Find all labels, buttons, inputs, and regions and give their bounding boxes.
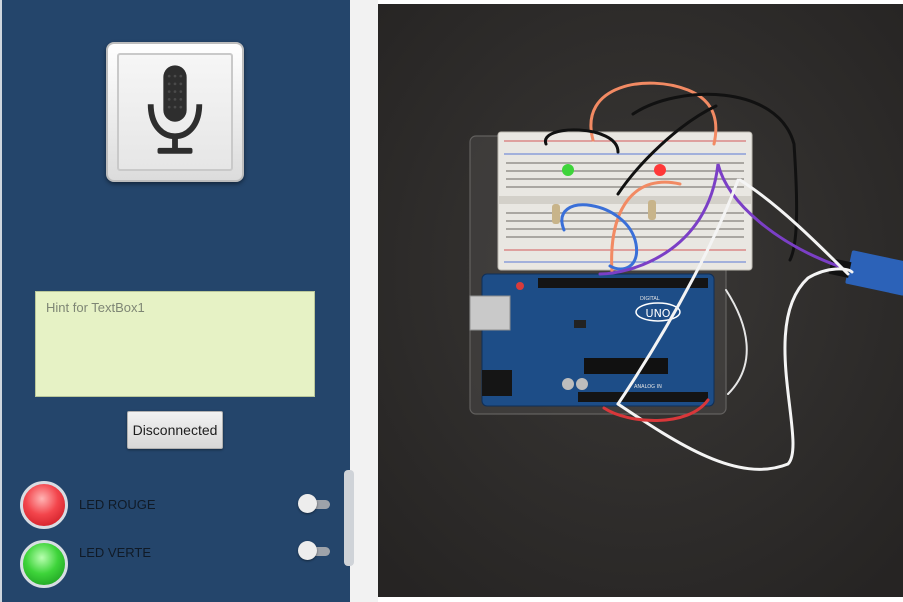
led-green-switch[interactable] <box>298 541 330 560</box>
atmega-chip <box>584 358 668 374</box>
connection-button[interactable]: Disconnected <box>127 411 223 449</box>
analog-label: ANALOG IN <box>634 384 662 390</box>
panel-divider <box>344 0 378 602</box>
analog-header <box>578 392 708 402</box>
led-red-indicator <box>20 481 68 529</box>
led-green-label: LED VERTE <box>79 545 152 560</box>
breadboard <box>497 131 753 271</box>
switch-thumb <box>298 494 317 513</box>
microphone-button[interactable] <box>106 42 244 182</box>
digital-label: DIGITAL <box>640 296 660 302</box>
arduino-illustration: UNO DIGITAL ANALOG IN <box>378 4 903 597</box>
green-led <box>562 164 574 176</box>
uno-label: UNO <box>646 307 671 320</box>
arduino-board: UNO DIGITAL ANALOG IN <box>469 273 715 407</box>
reset-button <box>516 282 524 290</box>
led-red-label: LED ROUGE <box>79 497 156 512</box>
message-textbox[interactable]: Hint for TextBox1 <box>35 291 315 397</box>
app-panel: Hint for TextBox1 Disconnected LED ROUGE… <box>0 0 350 602</box>
led-red-switch[interactable] <box>298 494 330 513</box>
drawer-handle[interactable] <box>344 470 354 566</box>
arduino-photo: UNO DIGITAL ANALOG IN <box>378 4 903 597</box>
digital-header <box>538 278 708 288</box>
red-led <box>654 164 666 176</box>
switch-thumb <box>298 541 317 560</box>
textbox-placeholder: Hint for TextBox1 <box>46 300 145 315</box>
led-green-indicator <box>20 540 68 588</box>
microphone-icon <box>147 65 203 154</box>
